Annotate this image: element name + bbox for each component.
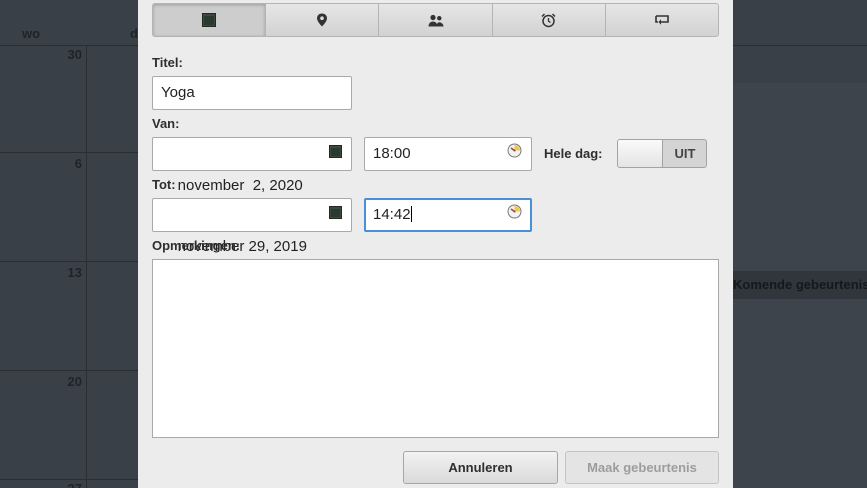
- all-day-toggle[interactable]: UIT: [617, 139, 707, 168]
- from-time-value: 18:00: [373, 145, 411, 162]
- clock-icon[interactable]: [507, 200, 522, 230]
- to-time-value: 14:42: [373, 206, 411, 223]
- create-event-button[interactable]: Maak gebeurtenis: [565, 451, 719, 484]
- text-caret: [410, 206, 412, 222]
- upcoming-events-header: Komende gebeurtenis: [733, 271, 867, 299]
- tab-alarm[interactable]: [493, 4, 606, 36]
- alarm-clock-icon: [541, 12, 556, 28]
- calendar-icon: [202, 13, 217, 27]
- location-pin-icon: [316, 13, 328, 27]
- calendar-icon[interactable]: [304, 167, 342, 263]
- to-time-input[interactable]: 14:42: [364, 198, 532, 232]
- day-number[interactable]: 6: [52, 156, 82, 171]
- weekday-header-partial: d: [130, 26, 138, 41]
- title-value: Yoga: [161, 84, 195, 101]
- tab-calendar[interactable]: [153, 4, 267, 36]
- tab-location[interactable]: [266, 4, 380, 36]
- day-number[interactable]: 13: [52, 265, 82, 280]
- clock-icon[interactable]: [507, 138, 522, 170]
- tab-repeat[interactable]: [606, 4, 718, 36]
- repeat-icon: [654, 14, 670, 27]
- all-day-label: Hele dag:: [544, 146, 603, 161]
- tab-attendees[interactable]: [379, 4, 493, 36]
- from-label: Van:: [152, 116, 180, 131]
- toggle-knob[interactable]: [618, 140, 663, 167]
- day-number[interactable]: 20: [52, 374, 82, 389]
- to-date-input[interactable]: november 29, 2019: [152, 198, 352, 255]
- notes-label: Opmerkingen:: [152, 238, 241, 253]
- new-event-dialog: Titel: Yoga Van: november 2, 2020 18:00 …: [138, 0, 733, 488]
- title-label: Titel:: [152, 55, 183, 70]
- weekday-header-wo: wo: [22, 26, 41, 41]
- from-time-input[interactable]: 18:00: [364, 137, 532, 171]
- day-number[interactable]: 30: [52, 47, 82, 62]
- from-date-input[interactable]: november 2, 2020: [152, 137, 352, 194]
- notes-textarea[interactable]: [152, 259, 719, 438]
- cancel-button[interactable]: Annuleren: [403, 451, 558, 484]
- title-input[interactable]: Yoga: [152, 76, 352, 110]
- toggle-state-label: UIT: [674, 146, 696, 161]
- event-section-toolbar: [152, 3, 719, 37]
- day-number[interactable]: 27: [52, 481, 82, 488]
- from-date-value: november 2, 2020: [177, 177, 303, 194]
- people-icon: [428, 14, 444, 27]
- to-label: Tot:: [152, 177, 176, 192]
